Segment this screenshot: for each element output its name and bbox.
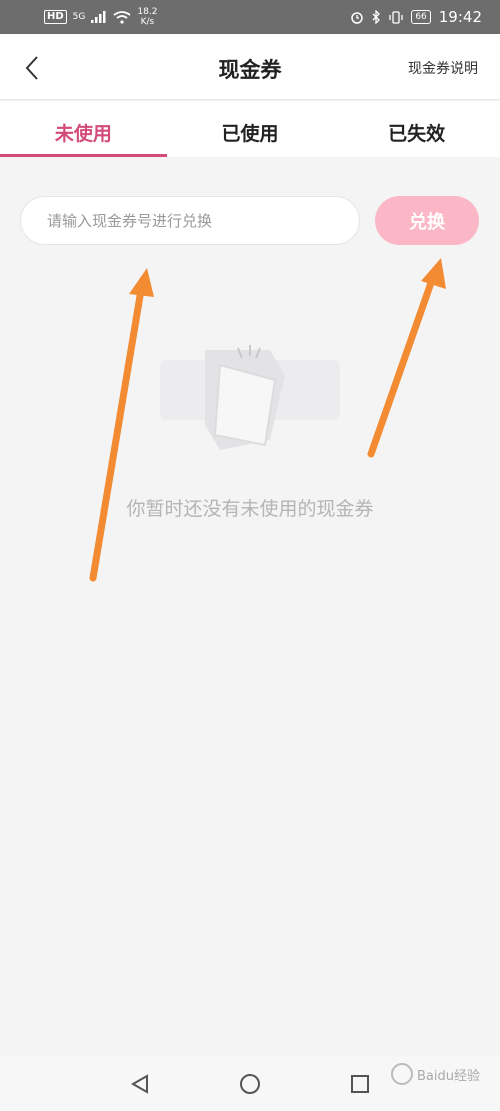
nav-home-button[interactable] — [235, 1069, 265, 1099]
status-right: 66 19:42 — [350, 8, 482, 26]
bluetooth-icon — [372, 10, 381, 24]
nav-back-button[interactable] — [125, 1069, 155, 1099]
vibrate-icon — [389, 10, 403, 24]
network-indicator: 5G — [72, 12, 86, 22]
wifi-icon — [113, 10, 131, 24]
status-bar: HD 5G 18.2 K/s 66 19:42 — [0, 0, 500, 34]
tab-expired[interactable]: 已失效 — [333, 101, 500, 157]
triangle-back-icon — [130, 1073, 148, 1094]
status-left: HD 5G 18.2 K/s — [44, 7, 157, 27]
network-speed: 18.2 K/s — [137, 7, 157, 27]
annotation-arrows — [89, 258, 446, 582]
coupon-help-link[interactable]: 现金券说明 — [408, 58, 478, 78]
baidu-paw-icon — [391, 1063, 413, 1085]
battery-indicator: 66 — [411, 10, 431, 24]
network-speed-unit: K/s — [140, 17, 155, 27]
arrow-to-input — [89, 286, 145, 582]
empty-state-message: 你暂时还没有未使用的现金券 — [126, 498, 374, 520]
redeem-button[interactable]: 兑换 — [375, 196, 479, 245]
tab-bar: 未使用 已使用 已失效 — [0, 101, 500, 157]
empty-coupon-illustration — [160, 345, 340, 450]
tab-used[interactable]: 已使用 — [167, 101, 334, 157]
signal-icon — [91, 11, 106, 23]
watermark: Baidu经验 — [391, 1063, 480, 1085]
network-speed-value: 18.2 — [137, 7, 158, 17]
square-recents-icon — [351, 1074, 369, 1093]
arrow-to-button-head — [421, 258, 446, 289]
clock: 19:42 — [438, 8, 482, 26]
nav-recents-button[interactable] — [345, 1069, 375, 1099]
tab-unused[interactable]: 未使用 — [0, 101, 167, 157]
circle-home-icon — [240, 1073, 260, 1094]
watermark-text: Baidu经验 — [417, 1068, 480, 1084]
hd-indicator: HD — [44, 10, 67, 24]
arrow-to-input-head — [129, 268, 154, 297]
coupon-code-input[interactable] — [20, 196, 360, 245]
alarm-icon — [351, 12, 364, 24]
header: 现金券 现金券说明 — [0, 34, 500, 100]
arrow-to-button — [367, 276, 436, 458]
